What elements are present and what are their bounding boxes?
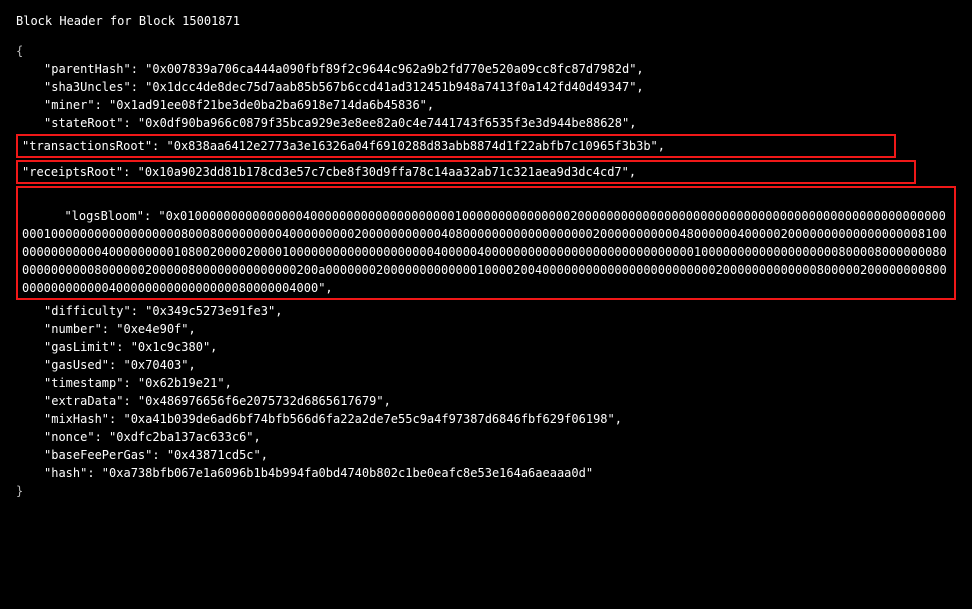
value-gaslimit: : "0x1c9c380",	[116, 340, 217, 354]
value-mixhash: : "0xa41b039de6ad6bf74bfb566d6fa22a2de7e…	[109, 412, 622, 426]
row-extradata: "extraData": "0x486976656f6e2075732d6865…	[16, 392, 956, 410]
key-basefeepergas: "baseFeePerGas"	[44, 448, 152, 462]
row-stateroot: "stateRoot": "0x0df90ba966c0879f35bca929…	[16, 114, 956, 132]
row-nonce: "nonce": "0xdfc2ba137ac633c6",	[16, 428, 956, 446]
key-timestamp: "timestamp"	[44, 376, 123, 390]
value-transactionsroot: : "0x838aa6412e2773a3e16326a04f6910288d8…	[152, 139, 665, 153]
row-mixhash: "mixHash": "0xa41b039de6ad6bf74bfb566d6f…	[16, 410, 956, 428]
row-basefeepergas: "baseFeePerGas": "0x43871cd5c",	[16, 446, 956, 464]
highlight-transactionsroot: "transactionsRoot": "0x838aa6412e2773a3e…	[16, 134, 896, 158]
value-stateroot: : "0x0df90ba966c0879f35bca929e3e8ee82a0c…	[123, 116, 636, 130]
key-stateroot: "stateRoot"	[44, 116, 123, 130]
json-open-brace: {	[16, 42, 956, 60]
key-hash: "hash"	[44, 466, 87, 480]
value-sha3uncles: : "0x1dcc4de8dec75d7aab85b567b6ccd41ad31…	[131, 80, 644, 94]
key-extradata: "extraData"	[44, 394, 123, 408]
value-extradata: : "0x486976656f6e2075732d6865617679",	[123, 394, 390, 408]
key-miner: "miner"	[44, 98, 95, 112]
key-receiptsroot: "receiptsRoot"	[22, 165, 123, 179]
key-difficulty: "difficulty"	[44, 304, 131, 318]
row-miner: "miner": "0x1ad91ee08f21be3de0ba2ba6918e…	[16, 96, 956, 114]
value-number: : "0xe4e90f",	[102, 322, 196, 336]
row-difficulty: "difficulty": "0x349c5273e91fe3",	[16, 302, 956, 320]
page-title: Block Header for Block 15001871	[16, 12, 956, 30]
key-mixhash: "mixHash"	[44, 412, 109, 426]
value-hash: : "0xa738bfb067e1a6096b1b4b994fa0bd4740b…	[87, 466, 593, 480]
key-gasused: "gasUsed"	[44, 358, 109, 372]
highlight-logsbloom: "logsBloom": "0x010000000000000004000000…	[16, 186, 956, 300]
value-timestamp: : "0x62b19e21",	[123, 376, 231, 390]
key-nonce: "nonce"	[44, 430, 95, 444]
key-gaslimit: "gasLimit"	[44, 340, 116, 354]
key-number: "number"	[44, 322, 102, 336]
key-logsbloom: "logsBloom"	[64, 209, 143, 223]
value-receiptsroot: : "0x10a9023dd81b178cd3e57c7cbe8f30d9ffa…	[123, 165, 636, 179]
value-logsbloom: : "0x01000000000000000400000000000000000…	[22, 209, 947, 295]
value-gasused: : "0x70403",	[109, 358, 196, 372]
row-hash: "hash": "0xa738bfb067e1a6096b1b4b994fa0b…	[16, 464, 956, 482]
row-sha3uncles: "sha3Uncles": "0x1dcc4de8dec75d7aab85b56…	[16, 78, 956, 96]
row-timestamp: "timestamp": "0x62b19e21",	[16, 374, 956, 392]
value-parenthash: : "0x007839a706ca444a090fbf89f2c9644c962…	[131, 62, 644, 76]
row-gasused: "gasUsed": "0x70403",	[16, 356, 956, 374]
row-parenthash: "parentHash": "0x007839a706ca444a090fbf8…	[16, 60, 956, 78]
row-number: "number": "0xe4e90f",	[16, 320, 956, 338]
highlight-receiptsroot: "receiptsRoot": "0x10a9023dd81b178cd3e57…	[16, 160, 916, 184]
value-difficulty: : "0x349c5273e91fe3",	[131, 304, 283, 318]
value-nonce: : "0xdfc2ba137ac633c6",	[95, 430, 261, 444]
value-miner: : "0x1ad91ee08f21be3de0ba2ba6918e714da6b…	[95, 98, 435, 112]
value-basefeepergas: : "0x43871cd5c",	[152, 448, 268, 462]
json-close-brace: }	[16, 482, 956, 500]
row-gaslimit: "gasLimit": "0x1c9c380",	[16, 338, 956, 356]
key-parenthash: "parentHash"	[44, 62, 131, 76]
key-transactionsroot: "transactionsRoot"	[22, 139, 152, 153]
key-sha3uncles: "sha3Uncles"	[44, 80, 131, 94]
